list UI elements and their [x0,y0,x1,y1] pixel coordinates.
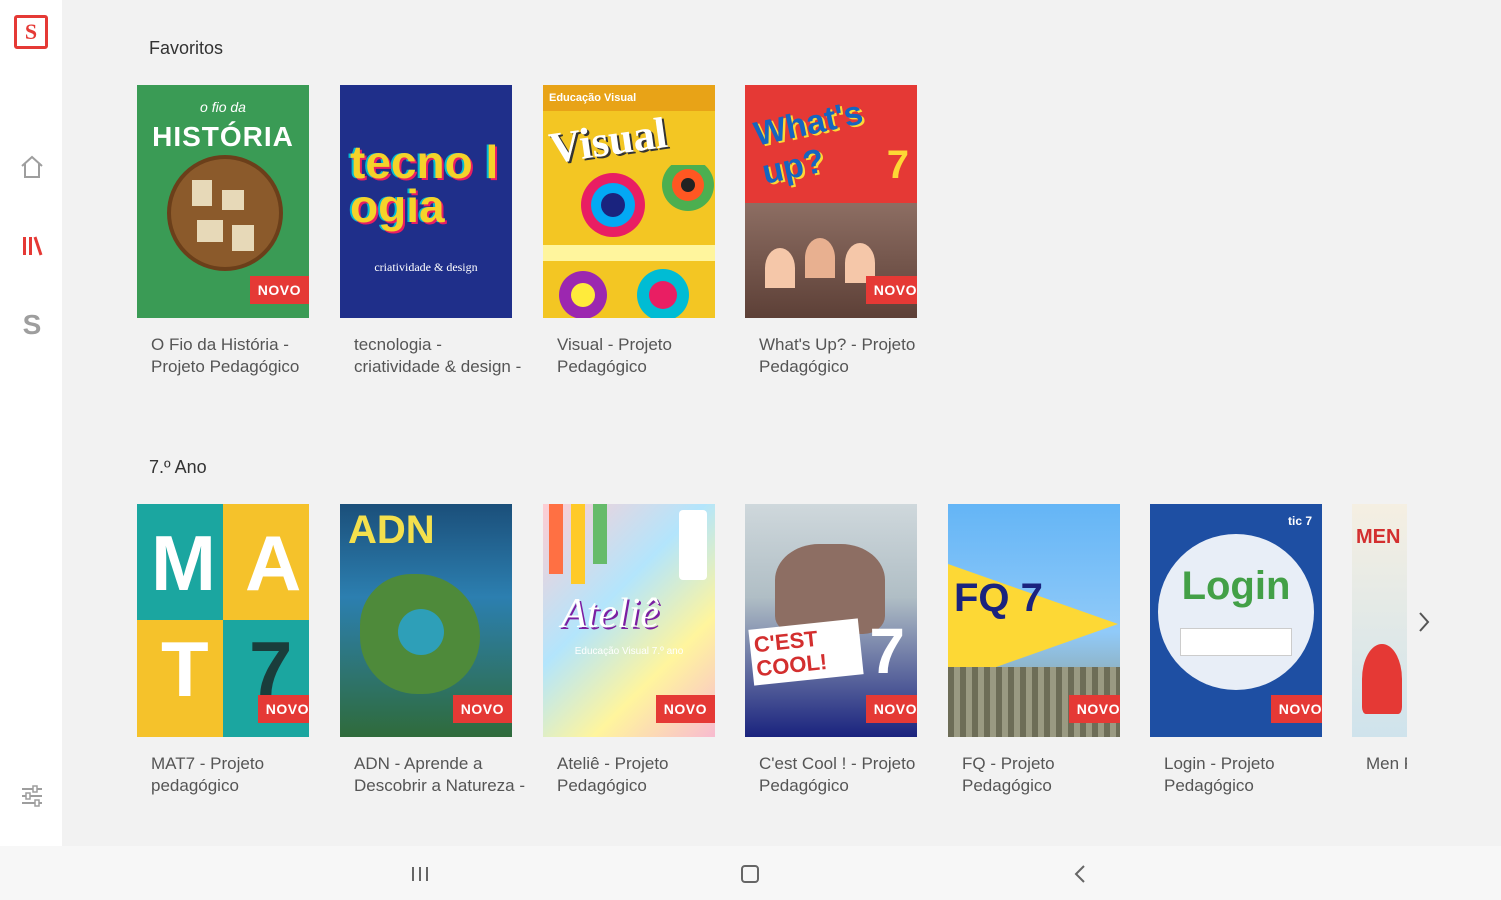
book-cover[interactable]: C'EST COOL! 7 NOVO [745,504,917,737]
book-cover[interactable]: Ateliê Educação Visual 7.º ano NOVO [543,504,715,737]
book-title: O Fio da História - Projeto Pedagógico [151,335,300,376]
new-badge: NOVO [452,695,512,723]
sidebar: S S [0,0,62,846]
recents-icon[interactable] [406,860,434,888]
cover-title: ADN [348,508,435,552]
s-letter-icon[interactable]: S [17,309,47,340]
book-cover[interactable]: What's up? 7 NOVO [745,85,917,318]
book-cover[interactable]: o fio da HISTÓRIA NOVO [137,85,309,318]
logo-letter: S [24,19,38,44]
book-title: MAT7 - Projeto pedagógico [151,754,265,795]
new-badge: NOVO [655,695,715,723]
book-card[interactable]: FQ 7 NOVO FQ - Projeto Pedagógico [948,504,1120,797]
book-title: Men Pedagógico [1366,754,1407,773]
cover-subtitle: tic 7 [1287,514,1312,528]
new-badge: NOVO [1270,695,1322,723]
new-badge: NOVO [865,276,917,304]
section-title-7-ano: 7.º Ano [149,457,207,477]
book-title: Login - Projeto Pedagógico [1164,754,1275,795]
cover-title: Login [1181,564,1291,608]
new-badge: NOVO [865,695,917,723]
scroll-right-chevron-icon[interactable] [1412,608,1436,636]
cover-letter-m: M [151,519,216,607]
book-cover[interactable]: tic 7 Login NOVO [1150,504,1322,737]
home-icon[interactable] [17,152,47,182]
home-square-icon[interactable] [736,860,764,888]
book-cover[interactable]: MEN [1352,504,1407,737]
cover-title: Ateliê [561,591,659,637]
book-cover[interactable]: Educação Visual Visual [543,85,715,318]
app-logo[interactable]: S [14,15,48,49]
filter-icon[interactable] [17,781,47,811]
section-title-favoritos: Favoritos [149,38,224,58]
cover-subtitle: 7 [886,143,909,187]
cover-subtitle: o fio da [200,99,246,115]
book-card[interactable]: C'EST COOL! 7 NOVO C'est Cool ! - Projet… [745,504,917,797]
book-title: What's Up? - Projeto Pedagógico [759,335,916,376]
book-title: tecnologia - criatividade & design - Pro… [354,335,522,376]
system-navigation-bar [0,846,1501,900]
book-card[interactable]: Educação Visual Visual Visual - Projeto … [543,85,715,378]
back-icon[interactable] [1066,860,1094,888]
grade-7-row: M A T 7 NOVO MAT7 - Projeto pedagógico A… [137,504,1407,824]
book-title: C'est Cool ! - Projeto Pedagógico [759,754,916,795]
favorites-row: o fio da HISTÓRIA NOVO O Fio da História… [137,85,1407,405]
new-badge: NOVO [249,276,309,304]
book-card[interactable]: MEN Men Pedagógico [1352,504,1407,797]
new-badge: NOVO [257,695,309,723]
book-title: ADN - Aprende a Descobrir a Natureza - P… [354,754,526,795]
book-card[interactable]: Ateliê Educação Visual 7.º ano NOVO Atel… [543,504,715,797]
book-cover[interactable]: M A T 7 NOVO [137,504,309,737]
cover-artwork [1158,534,1314,690]
cover-letter-a: A [245,519,302,607]
book-card[interactable]: tic 7 Login NOVO Login - Projeto Pedagóg… [1150,504,1322,797]
cover-title: Visual [546,108,671,173]
cover-title: tecno logia [350,136,499,232]
cover-subtitle: Educação Visual 7.º ano [574,646,684,657]
book-title: FQ - Projeto Pedagógico [962,754,1055,795]
cover-subtitle: criatividade & design [374,260,478,274]
cover-title: FQ 7 [954,576,1043,620]
book-cover[interactable]: ADN NOVO [340,504,512,737]
cover-artwork [167,155,283,271]
cover-subtitle: 7 [869,615,905,687]
book-title: Visual - Projeto Pedagógico [557,335,672,376]
book-card[interactable]: What's up? 7 NOVO What's Up? - Projeto P… [745,85,917,378]
cover-letter-t: T [161,625,209,713]
cover-subtitle: Educação Visual [543,85,715,111]
book-title: Ateliê - Projeto Pedagógico [557,754,669,795]
book-card[interactable]: M A T 7 NOVO MAT7 - Projeto pedagógico [137,504,309,797]
cover-artwork [1362,644,1402,714]
cover-title: C'EST COOL! [748,618,864,686]
library-icon[interactable] [17,231,47,261]
book-cover[interactable]: tecno logia criatividade & design [340,85,512,318]
book-card[interactable]: ADN NOVO ADN - Aprende a Descobrir a Nat… [340,504,525,797]
book-cover[interactable]: FQ 7 NOVO [948,504,1120,737]
cover-title: MEN [1356,526,1401,548]
new-badge: NOVO [1068,695,1120,723]
book-card[interactable]: tecno logia criatividade & design tecnol… [340,85,521,378]
s-letter-label: S [22,309,42,340]
book-card[interactable]: o fio da HISTÓRIA NOVO O Fio da História… [137,85,309,378]
cover-artwork [543,165,715,318]
cover-title: HISTÓRIA [152,121,294,152]
